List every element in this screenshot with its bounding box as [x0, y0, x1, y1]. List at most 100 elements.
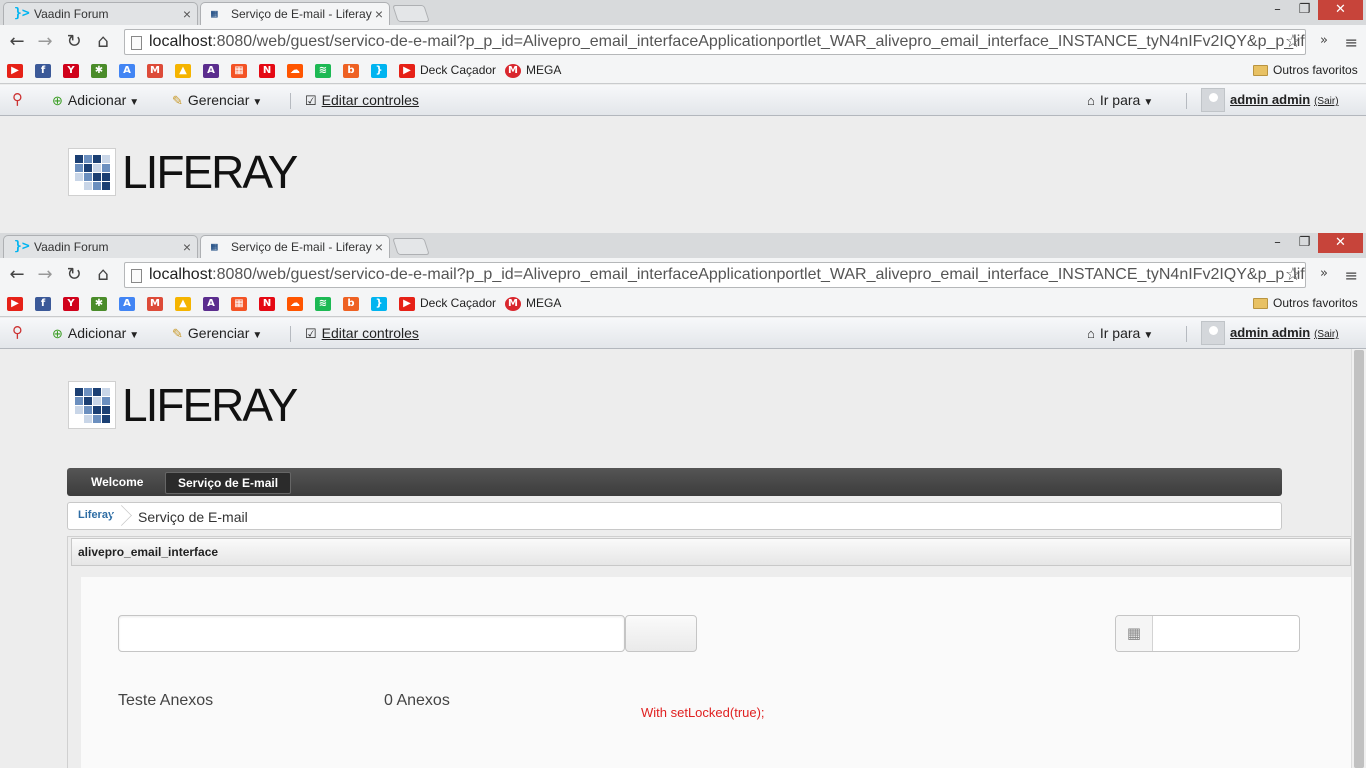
signout-link[interactable]: (Sair) [1314, 96, 1338, 107]
drive-icon[interactable]: ▲ [175, 297, 191, 311]
tab-title: Serviço de E-mail - Liferay [231, 7, 372, 21]
calendar-icon[interactable]: ▦ [1116, 616, 1153, 651]
tab-close-icon[interactable]: × [375, 6, 383, 22]
address-bar[interactable]: localhost:8080/web/guest/servico-de-e-ma… [124, 29, 1306, 55]
windows-icon[interactable]: ▦ [231, 297, 247, 311]
vaadin-icon: }> [14, 239, 30, 254]
nav-item-servico-email[interactable]: Serviço de E-mail [165, 472, 292, 494]
tab-servico-email[interactable]: ▦ Serviço de E-mail - Liferay × [200, 2, 390, 25]
drive-icon[interactable]: ▲ [175, 64, 191, 78]
forward-icon[interactable]: → [34, 31, 56, 53]
chrome-menu-icon[interactable]: ≡ [1345, 266, 1358, 285]
bookmark-deck-cacador[interactable]: Deck Caçador [420, 63, 496, 77]
breadcrumb-root-link[interactable]: Liferay [78, 509, 114, 521]
bookmark-other-favorites[interactable]: Outros favoritos [1273, 296, 1358, 310]
bookmark-mega[interactable]: MEGA [526, 63, 561, 77]
chrome-menu-icon[interactable]: ≡ [1345, 33, 1358, 52]
aplus-icon[interactable]: A [203, 64, 219, 78]
manage-menu[interactable]: ✎ Gerenciar ▼ [172, 92, 262, 109]
edit-controls-toggle[interactable]: ☑ Editar controles [305, 92, 419, 109]
yahoo-icon[interactable]: Y [63, 297, 79, 311]
nav-item-welcome[interactable]: Welcome [79, 472, 155, 494]
page-scrollbar[interactable] [1351, 349, 1366, 768]
close-window-button[interactable]: ✕ [1318, 233, 1363, 253]
new-tab-button[interactable] [392, 5, 430, 22]
forward-icon[interactable]: → [34, 264, 56, 286]
vaadin-bookmark-icon[interactable]: } [371, 297, 387, 311]
vaadin-bookmark-icon[interactable]: } [371, 64, 387, 78]
liferay-logo[interactable]: LIFERAY [68, 381, 298, 429]
soundcloud-icon[interactable]: ☁ [287, 64, 303, 78]
new-tab-button[interactable] [392, 238, 430, 255]
youtube-icon[interactable]: ▶ [7, 64, 23, 78]
bitly-icon[interactable]: b [343, 297, 359, 311]
windows-icon[interactable]: ▦ [231, 64, 247, 78]
bookmark-deck-cacador[interactable]: Deck Caçador [420, 296, 496, 310]
spotify-icon[interactable]: ≋ [315, 64, 331, 78]
edit-controls-toggle[interactable]: ☑ Editar controles [305, 325, 419, 342]
extensions-more-icon[interactable]: » [1320, 33, 1328, 48]
reload-icon[interactable]: ↻ [63, 31, 85, 53]
facebook-icon[interactable]: f [35, 297, 51, 311]
youtube-icon[interactable]: ▶ [7, 297, 23, 311]
add-menu[interactable]: ⊕ Adicionar ▼ [52, 92, 139, 109]
gear-bookmark-icon[interactable]: ✱ [91, 64, 107, 78]
manage-menu[interactable]: ✎ Gerenciar ▼ [172, 325, 262, 342]
user-menu[interactable]: admin admin (Sair) [1230, 324, 1339, 340]
maximize-button[interactable]: ❐ [1291, 0, 1318, 20]
avatar[interactable] [1201, 321, 1225, 345]
minimize-button[interactable]: – [1264, 233, 1291, 253]
address-bar[interactable]: localhost:8080/web/guest/servico-de-e-ma… [124, 262, 1306, 288]
bitly-icon[interactable]: b [343, 64, 359, 78]
translate-icon[interactable]: A [119, 64, 135, 78]
gmail-icon[interactable]: M [147, 297, 163, 311]
mega-icon[interactable]: M [505, 64, 521, 78]
spotify-icon[interactable]: ≋ [315, 297, 331, 311]
mega-icon[interactable]: M [505, 297, 521, 311]
close-window-button[interactable]: ✕ [1318, 0, 1363, 20]
user-menu[interactable]: admin admin (Sair) [1230, 91, 1339, 107]
action-button[interactable] [625, 615, 697, 652]
pin-icon[interactable]: ⚲ [12, 90, 23, 108]
facebook-icon[interactable]: f [35, 64, 51, 78]
netflix-icon[interactable]: N [259, 297, 275, 311]
bookmark-other-favorites[interactable]: Outros favoritos [1273, 63, 1358, 77]
add-menu[interactable]: ⊕ Adicionar ▼ [52, 325, 139, 342]
back-icon[interactable]: ← [6, 31, 28, 53]
reload-icon[interactable]: ↻ [63, 264, 85, 286]
date-field[interactable]: ▦ [1115, 615, 1300, 652]
gmail-icon[interactable]: M [147, 64, 163, 78]
liferay-dockbar: ⚲ ⊕ Adicionar ▼ ✎ Gerenciar ▼ ☑ Editar contro… [0, 85, 1366, 116]
soundcloud-icon[interactable]: ☁ [287, 297, 303, 311]
tab-close-icon[interactable]: × [183, 6, 191, 22]
tab-close-icon[interactable]: × [183, 239, 191, 255]
minimize-button[interactable]: – [1264, 0, 1291, 20]
star-icon[interactable]: ☆ [1285, 31, 1301, 52]
tab-servico-email[interactable]: ▦ Serviço de E-mail - Liferay × [200, 235, 390, 258]
youtube-icon[interactable]: ▶ [399, 64, 415, 78]
youtube-icon[interactable]: ▶ [399, 297, 415, 311]
home-icon[interactable]: ⌂ [92, 264, 114, 286]
avatar[interactable] [1201, 88, 1225, 112]
translate-icon[interactable]: A [119, 297, 135, 311]
go-to-menu[interactable]: ⌂ Ir para ▼ [1087, 92, 1153, 108]
netflix-icon[interactable]: N [259, 64, 275, 78]
maximize-button[interactable]: ❐ [1291, 233, 1318, 253]
tab-close-icon[interactable]: × [375, 239, 383, 255]
pin-icon[interactable]: ⚲ [12, 323, 23, 341]
star-icon[interactable]: ☆ [1285, 264, 1301, 285]
signout-link[interactable]: (Sair) [1314, 329, 1338, 340]
email-text-field[interactable] [118, 615, 625, 652]
tab-vaadin-forum[interactable]: }> Vaadin Forum × [3, 2, 198, 25]
go-to-menu[interactable]: ⌂ Ir para ▼ [1087, 325, 1153, 341]
bookmark-mega[interactable]: MEGA [526, 296, 561, 310]
back-icon[interactable]: ← [6, 264, 28, 286]
liferay-logo[interactable]: LIFERAY [68, 148, 298, 196]
extensions-more-icon[interactable]: » [1320, 266, 1328, 281]
tab-vaadin-forum[interactable]: }> Vaadin Forum × [3, 235, 198, 258]
gear-bookmark-icon[interactable]: ✱ [91, 297, 107, 311]
home-icon[interactable]: ⌂ [92, 31, 114, 53]
scrollbar-thumb[interactable] [1354, 350, 1364, 768]
yahoo-icon[interactable]: Y [63, 64, 79, 78]
aplus-icon[interactable]: A [203, 297, 219, 311]
